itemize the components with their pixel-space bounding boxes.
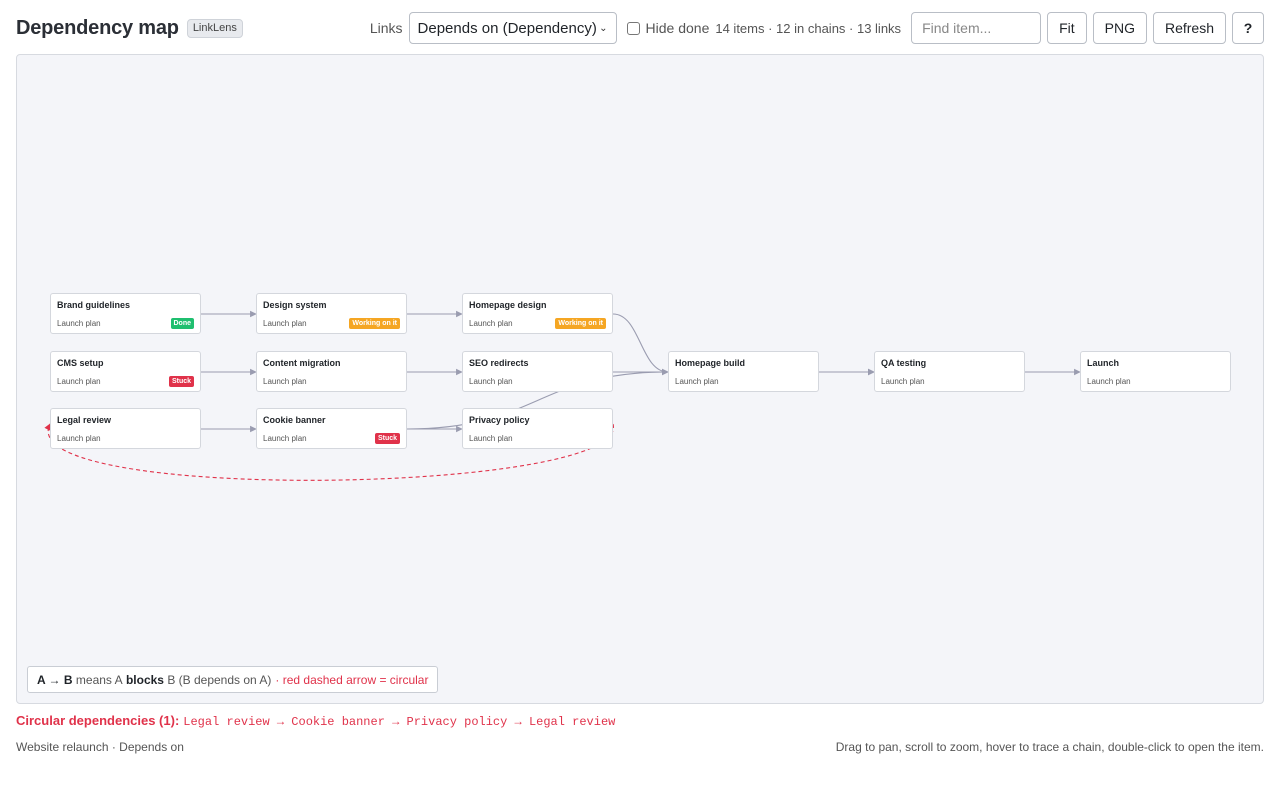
node-board: Launch plan	[469, 319, 513, 328]
node-board: Launch plan	[675, 377, 719, 386]
node-title: Brand guidelines	[57, 300, 131, 310]
graph-node-cms[interactable]: CMS setup Launch plan Stuck	[50, 351, 201, 392]
graph-node-design[interactable]: Design system Launch plan Working on it	[256, 293, 407, 334]
find-item-input[interactable]: Find item...	[911, 12, 1042, 44]
refresh-button[interactable]: Refresh	[1152, 12, 1226, 44]
hide-done-label: Hide done	[645, 20, 710, 36]
graph-node-privacy[interactable]: Privacy policy Launch plan	[462, 408, 613, 449]
chevron-down-icon: ⌄	[599, 22, 608, 34]
status-badge: Stuck	[374, 433, 400, 444]
status-badge: Working on it	[555, 318, 606, 329]
node-board: Launch plan	[469, 377, 513, 386]
app-badge: LinkLens	[186, 18, 243, 38]
node-board: Launch plan	[881, 377, 925, 386]
find-item-placeholder: Find item...	[922, 20, 992, 36]
status-badge: Working on it	[349, 318, 400, 329]
hide-done-toggle[interactable]: Hide done	[626, 20, 710, 36]
fit-button[interactable]: Fit	[1047, 12, 1087, 44]
circular-path: Legal review → Cookie banner → Privacy p…	[183, 715, 616, 729]
node-title: Content migration	[263, 358, 341, 368]
graph-node-hpbuild[interactable]: Homepage build Launch plan	[668, 351, 819, 392]
graph-stats: 14 items · 12 in chains · 13 links	[715, 20, 902, 36]
node-title: CMS setup	[57, 358, 104, 368]
graph-legend: A → B means A blocks B (B depends on A) ·…	[27, 666, 439, 693]
toolbar: Links Depends on (Dependency) ⌄ Hide don…	[370, 12, 1264, 44]
node-board: Launch plan	[57, 377, 101, 386]
link-type-select[interactable]: Depends on (Dependency) ⌄	[408, 12, 617, 44]
usage-hint: Drag to pan, scroll to zoom, hover to tr…	[835, 740, 1264, 754]
edges-layer	[44, 310, 1081, 481]
legend-a-to-b: A → B	[37, 672, 73, 687]
graph-node-content[interactable]: Content migration Launch plan	[256, 351, 407, 392]
circular-label: Circular dependencies (1):	[16, 713, 180, 728]
node-board: Launch plan	[263, 434, 307, 443]
graph-node-launch[interactable]: Launch Launch plan	[1080, 351, 1231, 392]
node-board: Launch plan	[57, 319, 101, 328]
graph-node-hpdesign[interactable]: Homepage design Launch plan Working on it	[462, 293, 613, 334]
png-export-button[interactable]: PNG	[1092, 12, 1147, 44]
dependency-graph-canvas[interactable]: A → B means A blocks B (B depends on A) ·…	[16, 54, 1264, 704]
legend-circular-note: · red dashed arrow = circular	[275, 672, 429, 687]
links-label: Links	[369, 20, 403, 36]
legend-means: means A	[75, 672, 123, 687]
link-type-select-value: Depends on (Dependency)	[417, 19, 597, 37]
status-badge: Stuck	[168, 376, 194, 387]
node-title: Privacy policy	[469, 415, 530, 425]
status-badge: Done	[170, 318, 194, 329]
node-title: Design system	[263, 300, 327, 310]
graph-node-brand[interactable]: Brand guidelines Launch plan Done	[50, 293, 201, 334]
graph-node-cookie[interactable]: Cookie banner Launch plan Stuck	[256, 408, 407, 449]
node-title: Homepage build	[675, 358, 746, 368]
help-button[interactable]: ?	[1232, 12, 1264, 44]
node-title: Homepage design	[469, 300, 547, 310]
legend-blocks: blocks	[125, 672, 164, 687]
node-title: SEO redirects	[469, 358, 529, 368]
graph-node-qa[interactable]: QA testing Launch plan	[874, 351, 1025, 392]
node-board: Launch plan	[263, 319, 307, 328]
graph-node-legal[interactable]: Legal review Launch plan	[50, 408, 201, 449]
graph-node-seo[interactable]: SEO redirects Launch plan	[462, 351, 613, 392]
node-board: Launch plan	[263, 377, 307, 386]
node-board: Launch plan	[57, 434, 101, 443]
legend-depends: B (B depends on A)	[167, 672, 272, 687]
node-board: Launch plan	[1087, 377, 1131, 386]
node-title: Cookie banner	[263, 415, 326, 425]
board-context: Website relaunch · Depends on	[16, 740, 184, 754]
node-board: Launch plan	[469, 434, 513, 443]
dependency-edge	[612, 313, 669, 376]
node-title: Launch	[1087, 358, 1120, 368]
node-title: QA testing	[881, 358, 927, 368]
node-title: Legal review	[57, 415, 112, 425]
hide-done-checkbox[interactable]	[626, 21, 640, 35]
circular-dependencies-warning: Circular dependencies (1): Legal review →…	[16, 713, 615, 729]
page-title: Dependency map	[16, 16, 179, 39]
top-bar: Dependency map LinkLens Links Depends on…	[16, 12, 1264, 44]
